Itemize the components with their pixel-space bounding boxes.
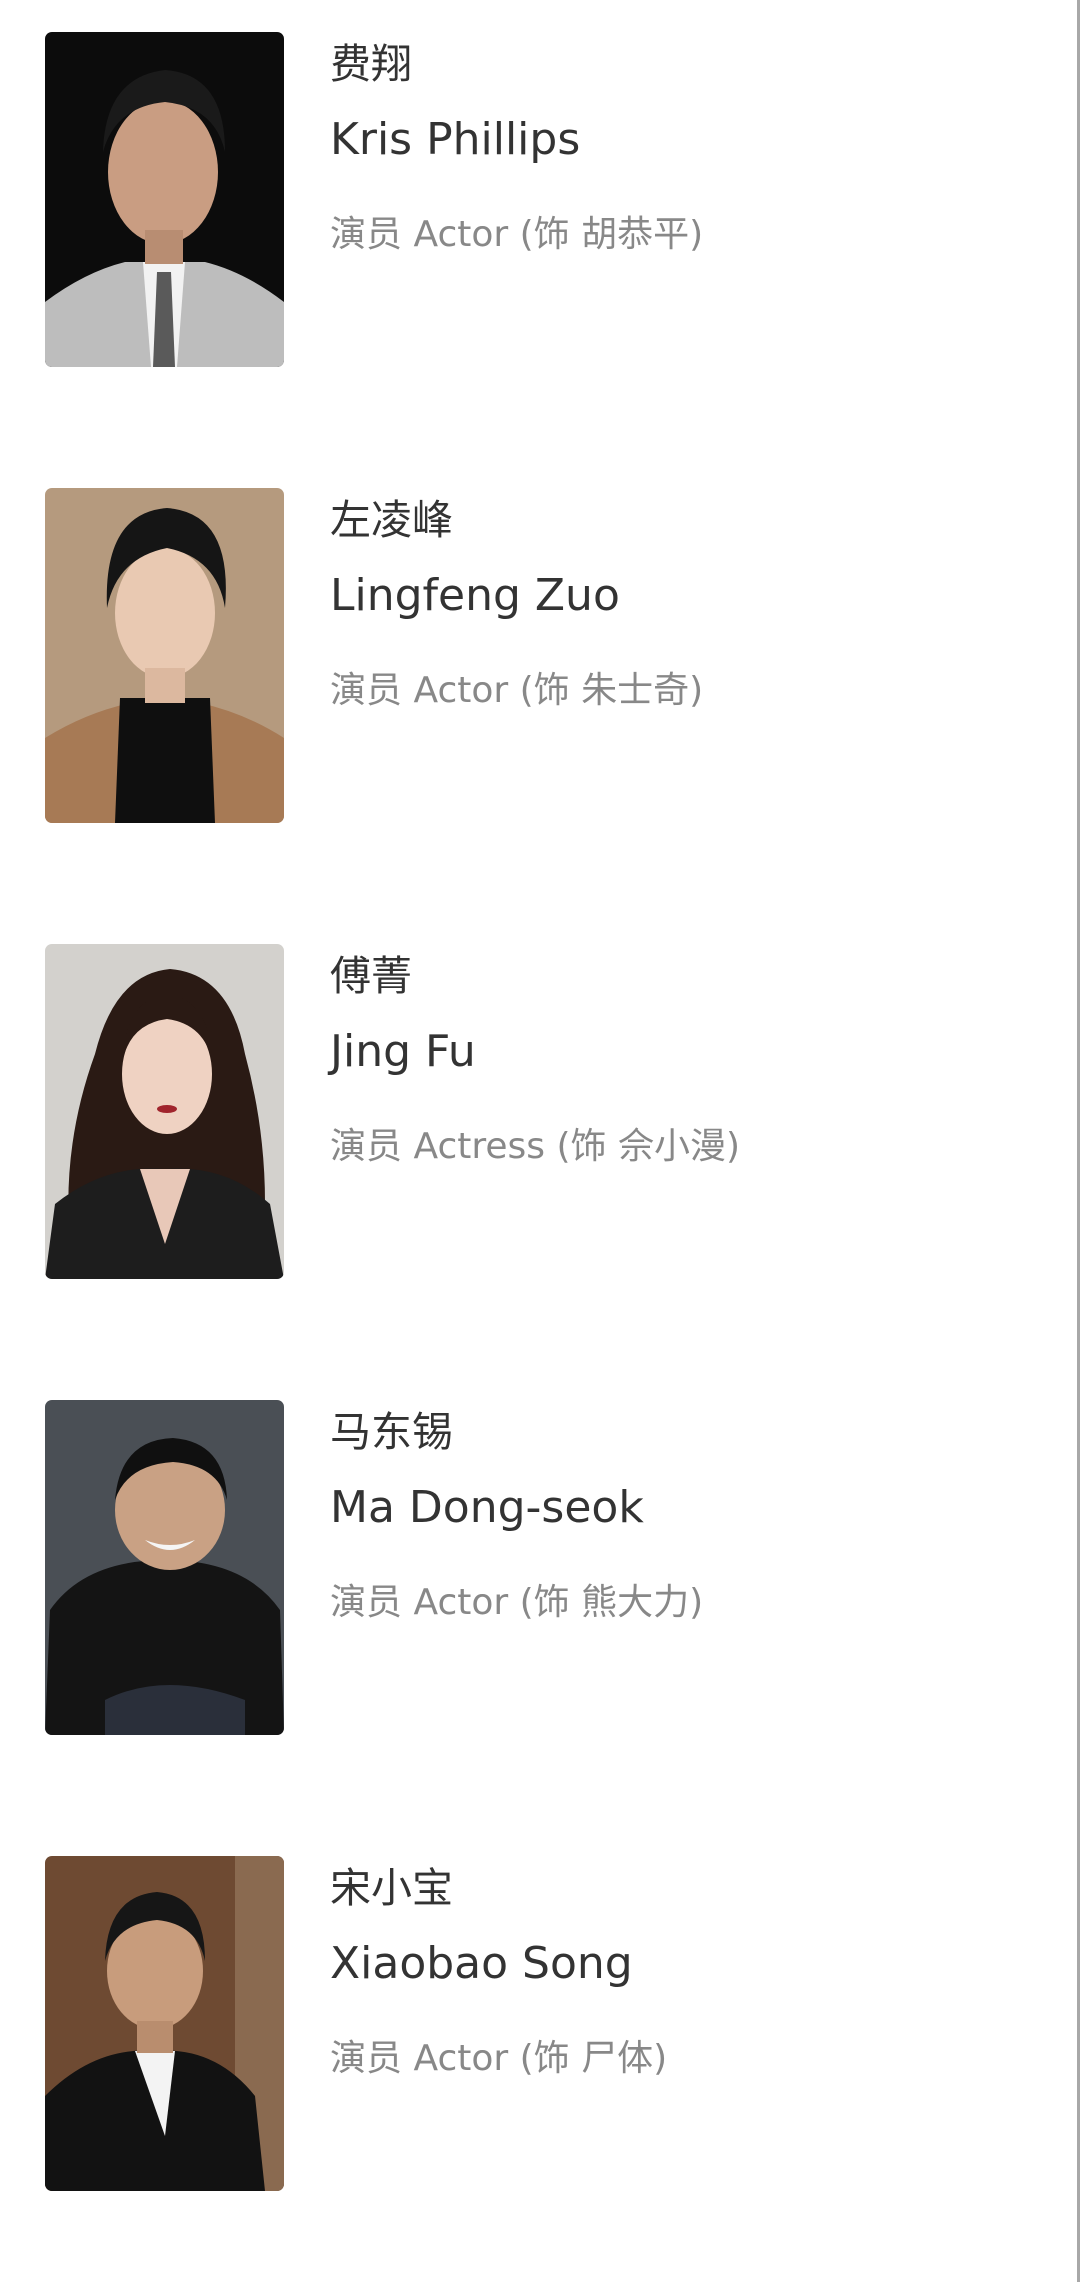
- cast-role: 演员 Actor (饰 胡恭平): [330, 214, 704, 255]
- portrait-photo-icon: [45, 1856, 284, 2191]
- cast-name-en: Jing Fu: [330, 1026, 476, 1077]
- cast-item[interactable]: 左凌峰 Lingfeng Zuo 演员 Actor (饰 朱士奇): [0, 488, 1060, 828]
- cast-role: 演员 Actor (饰 朱士奇): [330, 670, 704, 711]
- cast-photo[interactable]: [45, 1400, 284, 1735]
- portrait-photo-icon: [45, 488, 284, 823]
- cast-photo[interactable]: [45, 32, 284, 367]
- portrait-photo-icon: [45, 32, 284, 367]
- cast-list: 费翔 Kris Phillips 演员 Actor (饰 胡恭平) 左凌峰 Li…: [0, 0, 1080, 2282]
- cast-name-zh: 费翔: [330, 40, 412, 88]
- cast-name-en: Kris Phillips: [330, 114, 581, 165]
- cast-name-zh: 宋小宝: [330, 1864, 453, 1912]
- cast-photo[interactable]: [45, 1856, 284, 2191]
- cast-item[interactable]: 马东锡 Ma Dong-seok 演员 Actor (饰 熊大力): [0, 1400, 1060, 1740]
- cast-photo[interactable]: [45, 944, 284, 1279]
- cast-name-zh: 左凌峰: [330, 496, 453, 544]
- cast-name-en: Ma Dong-seok: [330, 1482, 644, 1533]
- cast-item[interactable]: 宋小宝 Xiaobao Song 演员 Actor (饰 尸体): [0, 1856, 1060, 2196]
- cast-role: 演员 Actor (饰 熊大力): [330, 1582, 704, 1623]
- cast-photo[interactable]: [45, 488, 284, 823]
- cast-item[interactable]: 费翔 Kris Phillips 演员 Actor (饰 胡恭平): [0, 32, 1060, 372]
- portrait-photo-icon: [45, 1400, 284, 1735]
- cast-name-zh: 傅菁: [330, 952, 412, 1000]
- cast-name-zh: 马东锡: [330, 1408, 453, 1456]
- portrait-photo-icon: [45, 944, 284, 1279]
- cast-item[interactable]: 傅菁 Jing Fu 演员 Actress (饰 佘小漫): [0, 944, 1060, 1284]
- cast-role: 演员 Actor (饰 尸体): [330, 2038, 668, 2079]
- cast-name-en: Lingfeng Zuo: [330, 570, 620, 621]
- cast-name-en: Xiaobao Song: [330, 1938, 633, 1989]
- cast-role: 演员 Actress (饰 佘小漫): [330, 1126, 740, 1167]
